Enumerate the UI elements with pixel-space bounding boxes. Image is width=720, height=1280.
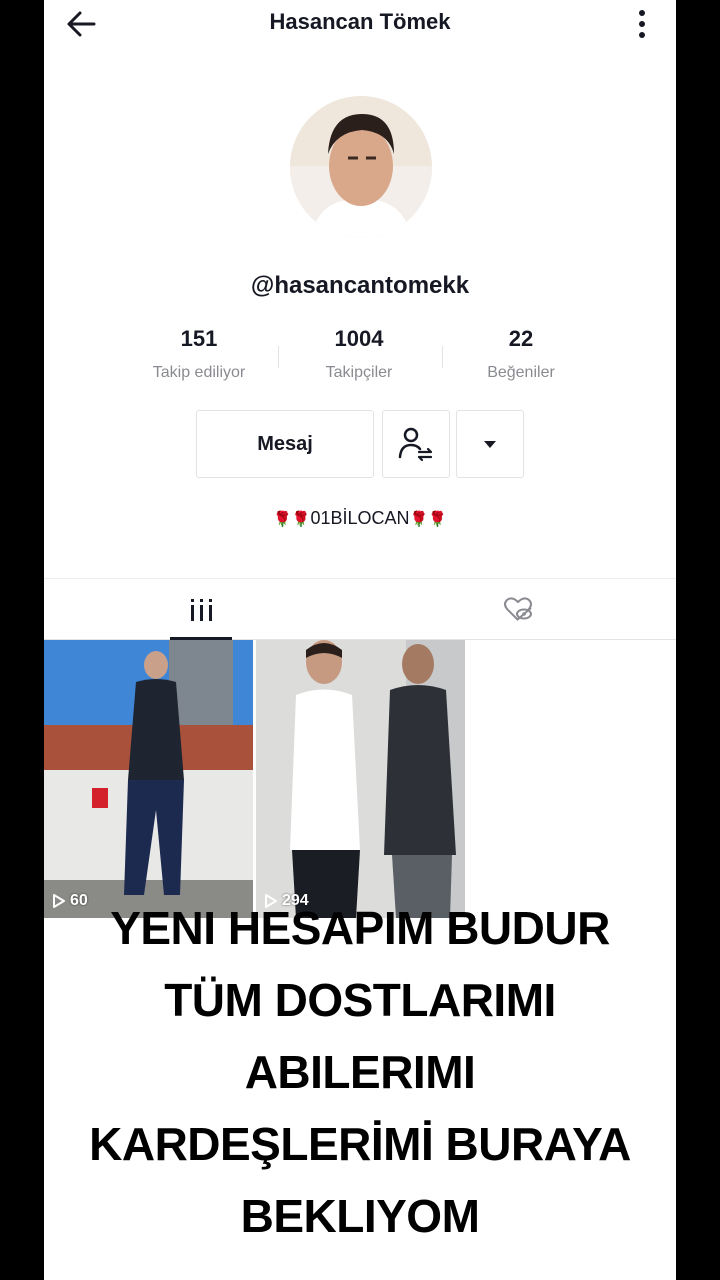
username-handle: @hasancantomekk	[250, 272, 470, 299]
tab-liked[interactable]	[360, 579, 676, 640]
video-thumbnail[interactable]: 294	[256, 640, 465, 918]
tab-videos[interactable]	[44, 579, 360, 640]
profile-tabs	[44, 578, 676, 640]
more-options-button[interactable]	[632, 6, 652, 42]
following-count: 151	[180, 326, 218, 351]
bio-text: 01BİLOCAN	[310, 508, 410, 528]
likes-label: Beğeniler	[487, 364, 555, 381]
stat-likes[interactable]: 22 Beğeniler	[446, 326, 596, 382]
followers-label: Takipçiler	[325, 364, 393, 381]
caption-line: TÜM DOSTLARIMI	[164, 974, 556, 1026]
profile-bio: 🌹🌹01BİLOCAN🌹🌹	[44, 508, 676, 529]
avatar[interactable]	[290, 96, 432, 238]
stat-divider	[442, 346, 443, 368]
caption-line: ABILERIMI	[244, 1046, 476, 1098]
suggested-accounts-button[interactable]	[456, 410, 524, 478]
vertical-dots-icon	[639, 10, 645, 38]
stat-followers[interactable]: 1004 Takipçiler	[284, 326, 434, 382]
follow-toggle-button[interactable]	[382, 410, 450, 478]
rose-emoji: 🌹🌹	[273, 511, 311, 528]
caption-line: BEKLIYOM	[240, 1190, 480, 1242]
top-bar: Hasancan Tömek	[44, 0, 676, 48]
caption-line: YENI HESAPIM BUDUR	[110, 902, 610, 954]
followers-count: 1004	[334, 326, 384, 351]
overlay-caption: YENI HESAPIM BUDUR TÜM DOSTLARIMI ABILER…	[44, 892, 676, 1252]
triangle-down-icon	[484, 441, 496, 448]
likes-count: 22	[508, 326, 534, 351]
heart-hidden-icon	[504, 596, 532, 621]
profile-screen: Hasancan Tömek @hasancantomekk 151 Takip…	[44, 0, 676, 1280]
caption-line: KARDEŞLERİMİ BURAYA	[89, 1118, 631, 1170]
stat-divider	[278, 346, 279, 368]
grid-bars-icon	[191, 598, 212, 621]
user-switch-icon	[398, 427, 433, 462]
following-label: Takip ediliyor	[152, 364, 246, 381]
page-title: Hasancan Tömek	[269, 9, 451, 34]
video-thumbnail[interactable]: 60	[44, 640, 253, 918]
rose-emoji: 🌹🌹	[409, 511, 447, 528]
message-button[interactable]: Mesaj	[196, 410, 374, 478]
stat-following[interactable]: 151 Takip ediliyor	[124, 326, 274, 382]
